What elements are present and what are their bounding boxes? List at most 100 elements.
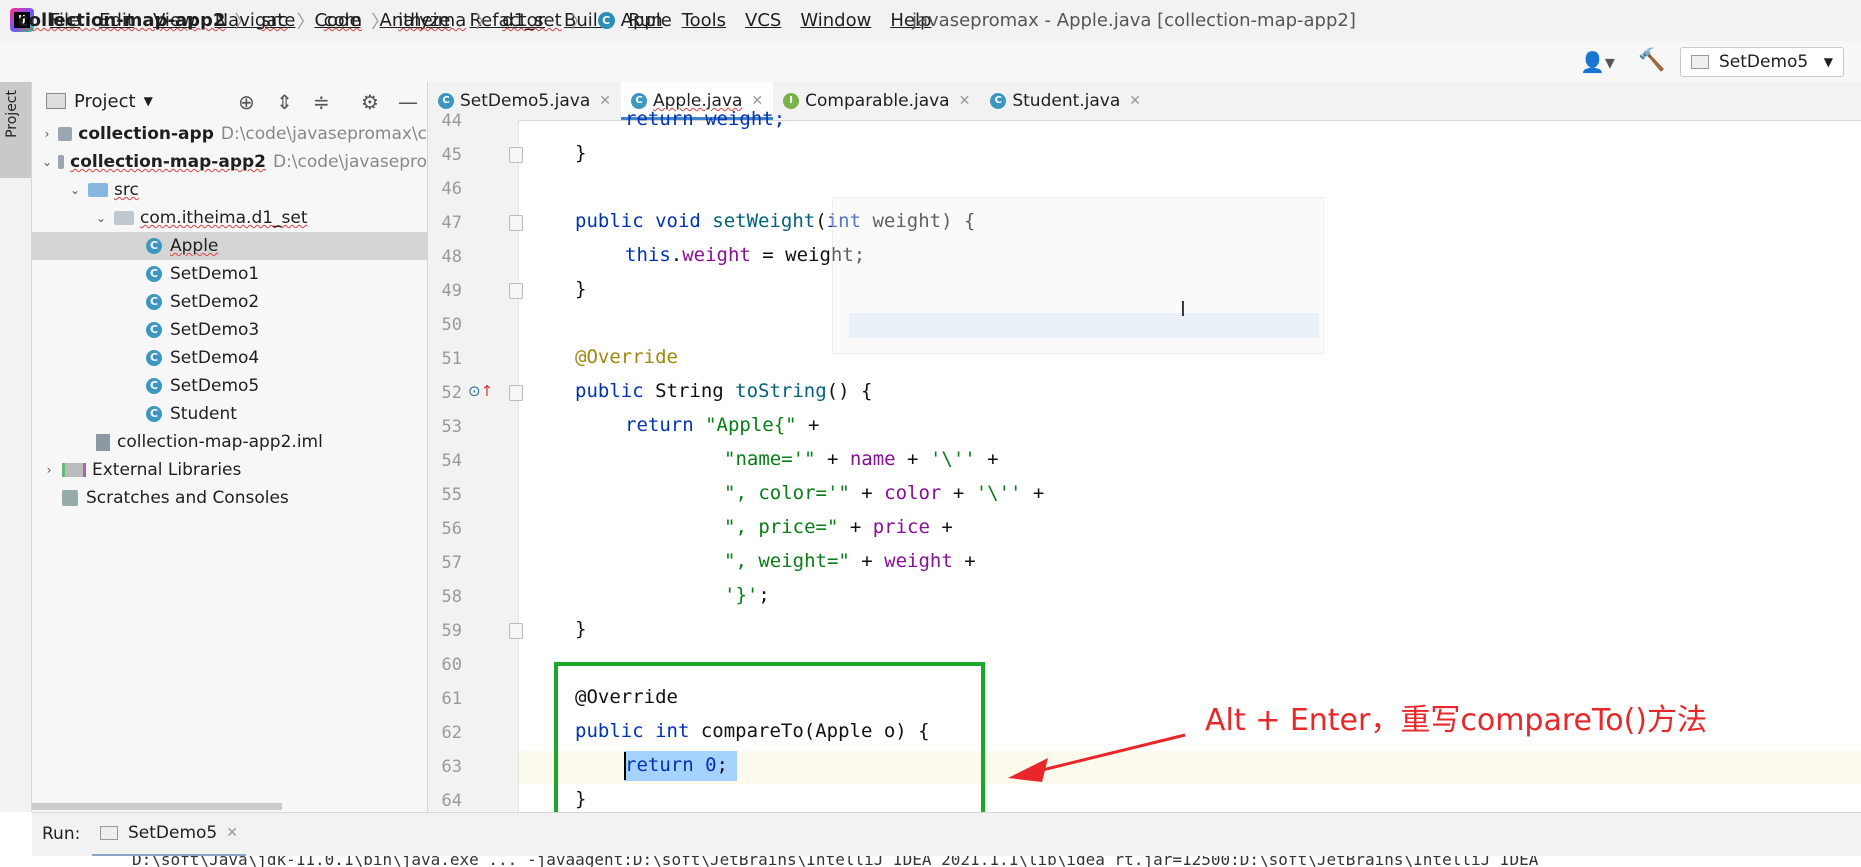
fold-marker-icon[interactable] [509, 147, 523, 163]
tree-item-setdemo4[interactable]: C SetDemo4 [32, 344, 427, 372]
line-number: 55 [441, 485, 462, 505]
code-token: '}' [724, 584, 759, 606]
code-line-58[interactable]: '}'; [575, 584, 770, 606]
override-method-icon[interactable]: ⊙↑ [468, 382, 493, 400]
locate-icon[interactable]: ⊕ [238, 90, 255, 114]
class-run-icon: C [438, 93, 454, 109]
tree-label: collection-map-app2.iml [117, 432, 323, 452]
close-icon[interactable]: ✕ [751, 93, 763, 109]
close-icon[interactable]: ✕ [599, 93, 611, 109]
code-line-44[interactable]: return weight; [575, 108, 785, 130]
menu-vcs[interactable]: VCS [745, 10, 781, 31]
line-number: 58 [441, 587, 462, 607]
breadcrumb-module[interactable]: collection-map-app2 [18, 10, 225, 31]
line-number: 48 [441, 247, 462, 267]
menu-tools[interactable]: Tools [682, 10, 726, 31]
tree-item-scratches[interactable]: Scratches and Consoles [32, 484, 427, 512]
run-configuration-select[interactable]: SetDemo5 ▼ [1680, 47, 1844, 77]
collapse-all-icon[interactable]: ≑ [313, 90, 330, 114]
code-token: this [625, 244, 671, 266]
breadcrumb-itheima[interactable]: itheima [398, 10, 466, 31]
class-icon: C [597, 12, 615, 29]
tree-label: Apple [170, 236, 219, 256]
user-icon[interactable]: 👤▾ [1580, 50, 1615, 74]
close-icon[interactable]: ✕ [1129, 93, 1141, 109]
tree-item-iml-file[interactable]: collection-map-app2.iml [32, 428, 427, 456]
fold-marker-icon[interactable] [509, 215, 523, 231]
fold-marker-icon[interactable] [509, 623, 523, 639]
module-file-icon [96, 433, 110, 451]
chevron-down-icon[interactable]: ▼ [144, 94, 153, 108]
horizontal-scrollbar[interactable] [32, 803, 282, 810]
run-label: Run: [42, 824, 81, 844]
close-icon[interactable]: ✕ [226, 825, 238, 841]
chevron-right-icon[interactable]: › [42, 127, 52, 141]
chevron-right-icon: 〉 [296, 11, 315, 33]
tree-item-external-libraries[interactable]: › External Libraries [32, 456, 427, 484]
text-cursor-icon: I [1180, 297, 1186, 321]
code-line-52[interactable]: public String toString() { [575, 380, 872, 402]
code-token: weight [682, 244, 751, 266]
code-token: + [849, 482, 885, 504]
tree-item-src[interactable]: ⌄ src [32, 176, 427, 204]
tree-item-setdemo2[interactable]: C SetDemo2 [32, 288, 427, 316]
code-line-56[interactable]: ", price=" + price + [575, 516, 953, 538]
chevron-down-icon[interactable]: ⌄ [68, 183, 82, 197]
tree-item-package[interactable]: ⌄ com.itheima.d1_set [32, 204, 427, 232]
breadcrumb-src[interactable]: src [261, 10, 287, 31]
code-line-57[interactable]: ", weight=" + weight + [575, 550, 976, 572]
code-token: } [575, 142, 587, 164]
tree-item-setdemo1[interactable]: C SetDemo1 [32, 260, 427, 288]
run-tab-setdemo5[interactable]: SetDemo5 ✕ [92, 812, 246, 857]
hammer-build-icon[interactable]: 🔨 [1638, 48, 1665, 73]
line-number: 53 [441, 417, 462, 437]
tree-item-collection-app[interactable]: › collection-app D:\code\javasepromax\c [32, 120, 427, 148]
chevron-down-icon[interactable]: ⌄ [94, 211, 108, 225]
gear-icon[interactable]: ⚙ [361, 90, 379, 114]
code-token: return weight; [625, 108, 786, 130]
chevron-right-icon: 〉 [371, 11, 390, 33]
breadcrumb-apple[interactable]: C Apple [597, 10, 672, 31]
console-text: D:\soft\Java\jdk-11.0.1\bin\java.exe ...… [132, 856, 1539, 867]
run-tab-label: SetDemo5 [128, 823, 218, 843]
console-output[interactable]: D:\soft\Java\jdk-11.0.1\bin\java.exe ...… [32, 856, 1861, 867]
line-number: 46 [441, 179, 462, 199]
tab-student[interactable]: C Student.java ✕ [980, 82, 1151, 120]
line-number: 45 [441, 145, 462, 165]
tree-item-apple[interactable]: C Apple [32, 232, 427, 260]
tree-item-student[interactable]: C Student [32, 400, 427, 428]
code-line-48[interactable]: this.weight = weight; [575, 244, 865, 266]
minimize-icon[interactable]: — [398, 90, 418, 114]
tab-comparable[interactable]: I Comparable.java ✕ [773, 82, 980, 120]
fold-marker-icon[interactable] [509, 385, 523, 401]
arrow-shaft [1029, 733, 1186, 775]
code-line-45[interactable]: } [575, 142, 586, 164]
code-line-53[interactable]: return "Apple{" + [575, 414, 819, 436]
code-token: . [670, 244, 683, 266]
app-config-icon [1691, 55, 1709, 69]
breadcrumb-com[interactable]: com [324, 10, 362, 31]
chevron-down-icon[interactable]: ⌄ [42, 155, 52, 169]
code-line-59[interactable]: } [575, 618, 586, 640]
chevron-right-icon[interactable]: › [42, 463, 56, 477]
fold-marker-icon[interactable] [509, 283, 523, 299]
project-panel-title[interactable]: Project [74, 91, 136, 112]
expand-all-icon[interactable]: ⇕ [276, 90, 293, 114]
code-token: + [952, 550, 976, 572]
chevron-down-icon: ▼ [1823, 55, 1833, 69]
menu-window[interactable]: Window [800, 10, 871, 31]
code-token: "name='" [724, 448, 816, 470]
tree-item-setdemo3[interactable]: C SetDemo3 [32, 316, 427, 344]
close-icon[interactable]: ✕ [959, 93, 971, 109]
breadcrumb-d1-set[interactable]: d1_set [502, 10, 561, 31]
code-line-55[interactable]: ", color='" + color + '\'' + [575, 482, 1044, 504]
class-run-icon: C [146, 322, 162, 338]
code-token: ; [758, 584, 770, 606]
code-line-54[interactable]: "name='" + name + '\'' + [575, 448, 999, 470]
code-line-51[interactable]: @Override [575, 346, 678, 368]
tree-label: SetDemo1 [170, 264, 260, 284]
code-line-49[interactable]: } [575, 278, 586, 300]
tree-label: src [114, 180, 139, 200]
tree-item-setdemo5[interactable]: C SetDemo5 [32, 372, 427, 400]
tree-item-collection-map-app2[interactable]: ⌄ collection-map-app2 D:\code\javasepro [32, 148, 427, 176]
